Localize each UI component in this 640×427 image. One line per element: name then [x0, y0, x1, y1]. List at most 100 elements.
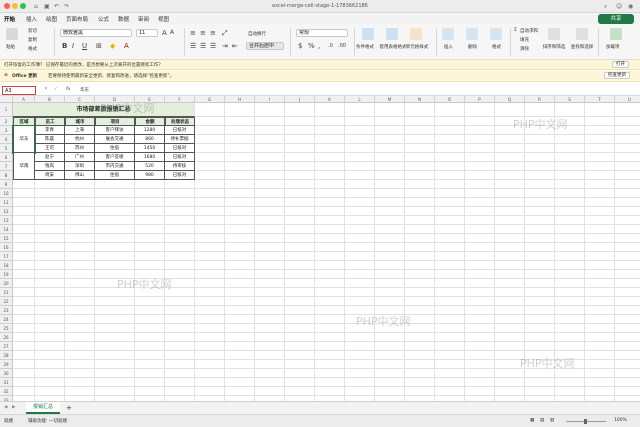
grid-cell[interactable]	[35, 252, 65, 261]
grid-cell[interactable]	[135, 324, 165, 333]
grid-cell[interactable]	[285, 252, 315, 261]
grid-cell[interactable]	[375, 135, 405, 144]
grid-cell[interactable]	[225, 324, 255, 333]
grid-cell[interactable]	[495, 315, 525, 324]
grid-cell[interactable]	[345, 198, 375, 207]
grid-cell[interactable]	[255, 387, 285, 396]
page-layout-icon[interactable]: ▤	[540, 418, 544, 423]
grid-cell[interactable]	[585, 189, 615, 198]
grid-cell[interactable]	[375, 126, 405, 135]
column-header-c[interactable]: C	[65, 96, 95, 103]
merge-center-button[interactable]: 合并后居中	[246, 42, 284, 50]
column-header-a[interactable]: A	[13, 96, 35, 103]
grid-cell[interactable]	[135, 360, 165, 369]
row-header[interactable]: 25	[0, 324, 13, 333]
grid-cell[interactable]	[13, 207, 35, 216]
grid-cell[interactable]	[405, 135, 435, 144]
grid-cell[interactable]	[585, 144, 615, 153]
grid-cell[interactable]	[525, 387, 555, 396]
grid-cell[interactable]	[435, 171, 465, 180]
grid-cell[interactable]	[495, 378, 525, 387]
grid-cell[interactable]	[375, 171, 405, 180]
conditional-format-icon[interactable]	[362, 28, 374, 40]
grid-cell[interactable]	[165, 315, 195, 324]
grid-cell[interactable]	[95, 324, 135, 333]
grid-cell[interactable]	[405, 171, 435, 180]
row-header[interactable]: 3	[0, 126, 13, 135]
grid-cell[interactable]	[95, 234, 135, 243]
grid-cell[interactable]	[405, 234, 435, 243]
grid-cell[interactable]	[135, 351, 165, 360]
grid-cell[interactable]	[135, 180, 165, 189]
grid-cell[interactable]	[615, 351, 640, 360]
grid-cell[interactable]	[615, 387, 640, 396]
grid-cell[interactable]	[375, 297, 405, 306]
grid-cell[interactable]	[95, 180, 135, 189]
grid-cell[interactable]	[555, 270, 585, 279]
grid-cell[interactable]	[375, 198, 405, 207]
region-cell-east[interactable]: 华东	[12, 125, 36, 154]
grid-cell[interactable]	[495, 171, 525, 180]
grid-cell[interactable]	[435, 369, 465, 378]
clear-button[interactable]: 清除	[520, 46, 529, 52]
grid-cell[interactable]	[225, 162, 255, 171]
grid-cell[interactable]	[435, 144, 465, 153]
row-header[interactable]: 15	[0, 234, 13, 243]
grid-cell[interactable]	[95, 297, 135, 306]
grid-cell[interactable]	[165, 189, 195, 198]
table-cell[interactable]: 杭州	[65, 135, 95, 144]
grid-cell[interactable]	[285, 315, 315, 324]
grid-cell[interactable]	[285, 225, 315, 234]
grid-cell[interactable]	[285, 360, 315, 369]
grid-cell[interactable]	[375, 180, 405, 189]
grid-cell[interactable]	[225, 198, 255, 207]
grid-cell[interactable]	[35, 261, 65, 270]
table-cell[interactable]: 展会交通	[95, 135, 135, 144]
grid-cell[interactable]	[255, 189, 285, 198]
grid-cell[interactable]	[585, 252, 615, 261]
tab-page-layout[interactable]: 页面布局	[66, 15, 88, 23]
grid-cell[interactable]	[555, 135, 585, 144]
column-header-l[interactable]: L	[345, 96, 375, 103]
grid-cell[interactable]	[65, 252, 95, 261]
table-cell[interactable]: 已核对	[165, 153, 195, 162]
grid-cell[interactable]	[585, 216, 615, 225]
grid-cell[interactable]	[225, 180, 255, 189]
grid-cell[interactable]	[405, 333, 435, 342]
grid-cell[interactable]	[375, 189, 405, 198]
grid-cell[interactable]	[495, 252, 525, 261]
grid-cell[interactable]	[165, 207, 195, 216]
grid-cell[interactable]	[525, 171, 555, 180]
grid-cell[interactable]	[285, 378, 315, 387]
grid-cell[interactable]	[555, 261, 585, 270]
grid-cell[interactable]	[615, 306, 640, 315]
grid-cell[interactable]	[495, 234, 525, 243]
autosum-icon[interactable]: Σ	[514, 28, 517, 33]
row-header[interactable]: 31	[0, 378, 13, 387]
grid-cell[interactable]	[555, 180, 585, 189]
grid-cell[interactable]	[525, 297, 555, 306]
grid-cell[interactable]	[285, 144, 315, 153]
grid-cell[interactable]	[375, 342, 405, 351]
row-header[interactable]: 32	[0, 387, 13, 396]
grid-cell[interactable]	[195, 378, 225, 387]
grid-cell[interactable]	[225, 153, 255, 162]
grid-cell[interactable]	[585, 117, 615, 126]
grid-cell[interactable]	[315, 144, 345, 153]
grid-cell[interactable]	[65, 243, 95, 252]
table-cell[interactable]: 苏州	[65, 144, 95, 153]
grid-cell[interactable]	[465, 369, 495, 378]
grid-cell[interactable]	[165, 342, 195, 351]
grid-cell[interactable]	[465, 225, 495, 234]
grid-cell[interactable]	[255, 117, 285, 126]
grid-cell[interactable]	[195, 360, 225, 369]
grid-cell[interactable]	[495, 135, 525, 144]
grid-cell[interactable]	[555, 153, 585, 162]
grid-cell[interactable]	[315, 126, 345, 135]
grid-cell[interactable]	[585, 135, 615, 144]
grid-cell[interactable]	[435, 243, 465, 252]
grid-cell[interactable]	[285, 117, 315, 126]
name-box[interactable]: A3	[2, 86, 36, 95]
grid-cell[interactable]	[405, 189, 435, 198]
grid-cell[interactable]	[165, 351, 195, 360]
